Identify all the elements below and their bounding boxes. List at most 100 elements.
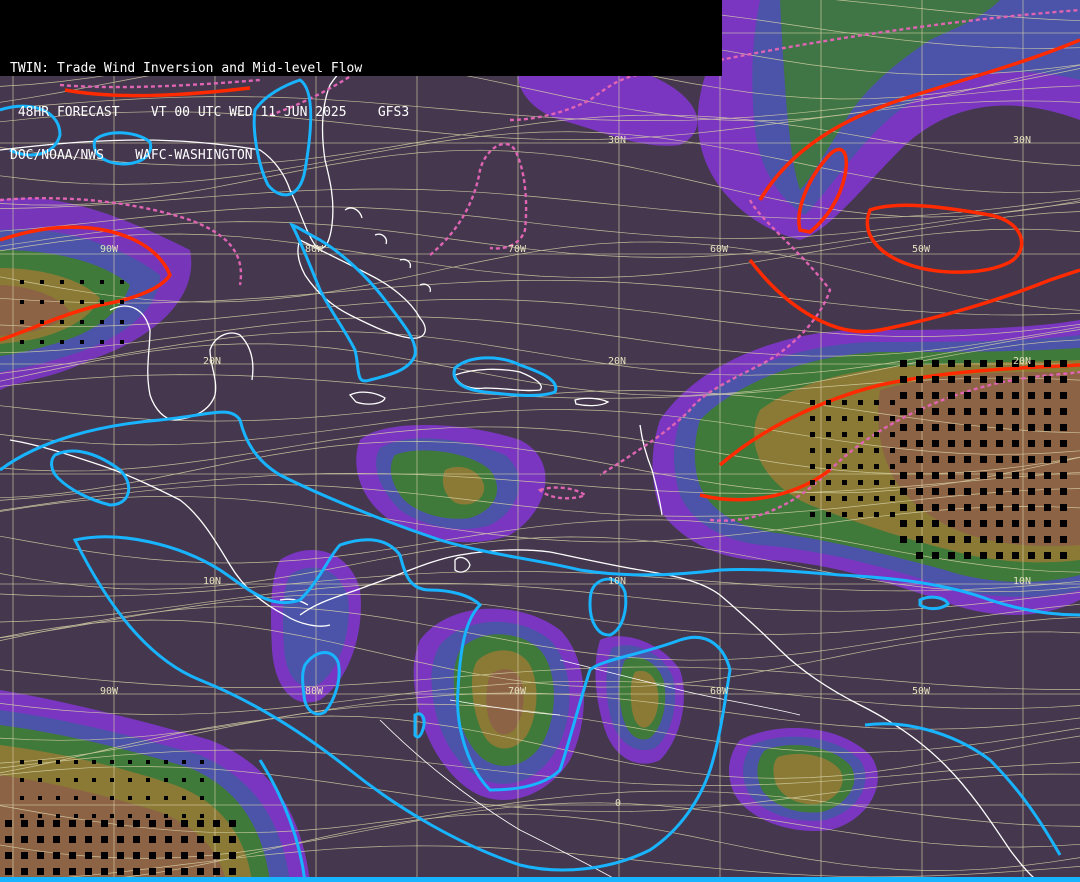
stipple-square (980, 488, 987, 495)
stipple-square (900, 424, 907, 431)
label-10n-east: 10N (1013, 576, 1031, 587)
stipple-square (964, 504, 971, 511)
stipple-square (1012, 456, 1019, 463)
stipple-square (21, 868, 28, 875)
stipple-square (1028, 552, 1035, 559)
stipple-square (229, 820, 236, 827)
stipple-square (120, 320, 124, 324)
stipple-square (1012, 408, 1019, 415)
stipple-square (858, 400, 863, 405)
label-10n: 10N (203, 576, 221, 587)
stipple-square (890, 448, 895, 453)
stipple-square (213, 868, 220, 875)
stipple-square (858, 464, 863, 469)
stipple-square (964, 488, 971, 495)
stipple-square (120, 340, 124, 344)
stipple-square (146, 778, 150, 782)
stipple-square (92, 778, 96, 782)
stipple-square (890, 512, 895, 517)
stipple-square (932, 472, 939, 479)
stipple-square (810, 400, 815, 405)
label-80w-bot: 80W (305, 686, 324, 697)
stipple-square (858, 432, 863, 437)
stipple-square (932, 456, 939, 463)
stipple-square (20, 300, 24, 304)
stipple-square (117, 868, 124, 875)
stipple-square (1044, 424, 1051, 431)
stipple-square (120, 300, 124, 304)
label-50w-bot: 50W (912, 686, 931, 697)
stipple-square (948, 488, 955, 495)
stipple-square (1044, 376, 1051, 383)
stipple-square (826, 464, 831, 469)
stipple-square (900, 376, 907, 383)
stipple-square (149, 868, 156, 875)
stipple-square (964, 456, 971, 463)
stipple-square (1060, 552, 1067, 559)
stipple-square (5, 868, 12, 875)
stipple-square (980, 456, 987, 463)
stipple-square (38, 814, 42, 818)
stipple-square (980, 552, 987, 559)
stipple-square (1028, 376, 1035, 383)
stipple-square (980, 536, 987, 543)
stipple-square (1028, 472, 1035, 479)
stipple-square (85, 852, 92, 859)
stipple-square (100, 340, 104, 344)
stipple-square (69, 852, 76, 859)
stipple-square (1044, 488, 1051, 495)
stipple-square (110, 760, 114, 764)
stipple-square (900, 392, 907, 399)
stipple-square (842, 464, 847, 469)
stipple-square (948, 392, 955, 399)
stipple-square (948, 456, 955, 463)
stipple-square (964, 520, 971, 527)
stipple-square (60, 300, 64, 304)
stipple-square (20, 796, 24, 800)
stipple-square (56, 796, 60, 800)
stipple-square (1028, 424, 1035, 431)
stipple-square (996, 456, 1003, 463)
stipple-square (165, 836, 172, 843)
stipple-square (980, 520, 987, 527)
stipple-square (120, 280, 124, 284)
stipple-square (890, 496, 895, 501)
stipple-square (20, 778, 24, 782)
stipple-square (1028, 504, 1035, 511)
label-20n-east: 20N (1013, 356, 1031, 367)
stipple-square (900, 408, 907, 415)
stipple-square (1028, 440, 1035, 447)
stipple-square (133, 836, 140, 843)
stipple-square (842, 416, 847, 421)
stipple-square (74, 796, 78, 800)
stipple-square (85, 836, 92, 843)
stipple-square (1060, 520, 1067, 527)
stipple-square (69, 868, 76, 875)
stipple-square (948, 552, 955, 559)
stipple-square (165, 852, 172, 859)
stipple-square (980, 408, 987, 415)
stipple-square (53, 852, 60, 859)
stipple-square (916, 440, 923, 447)
stipple-square (74, 760, 78, 764)
stipple-square (100, 280, 104, 284)
stipple-square (1044, 472, 1051, 479)
stipple-square (826, 496, 831, 501)
label-90w-bot: 90W (100, 686, 119, 697)
stipple-square (80, 300, 84, 304)
stipple-square (874, 496, 879, 501)
stipple-square (932, 552, 939, 559)
stipple-square (5, 820, 12, 827)
stipple-square (182, 760, 186, 764)
stipple-square (996, 376, 1003, 383)
label-70w-bot: 70W (508, 686, 527, 697)
stipple-square (164, 796, 168, 800)
label-50w-top: 50W (912, 244, 931, 255)
stipple-square (900, 360, 907, 367)
stipple-square (38, 796, 42, 800)
stipple-square (932, 392, 939, 399)
stipple-square (964, 392, 971, 399)
stipple-square (980, 360, 987, 367)
stipple-square (149, 820, 156, 827)
stipple-square (996, 392, 1003, 399)
